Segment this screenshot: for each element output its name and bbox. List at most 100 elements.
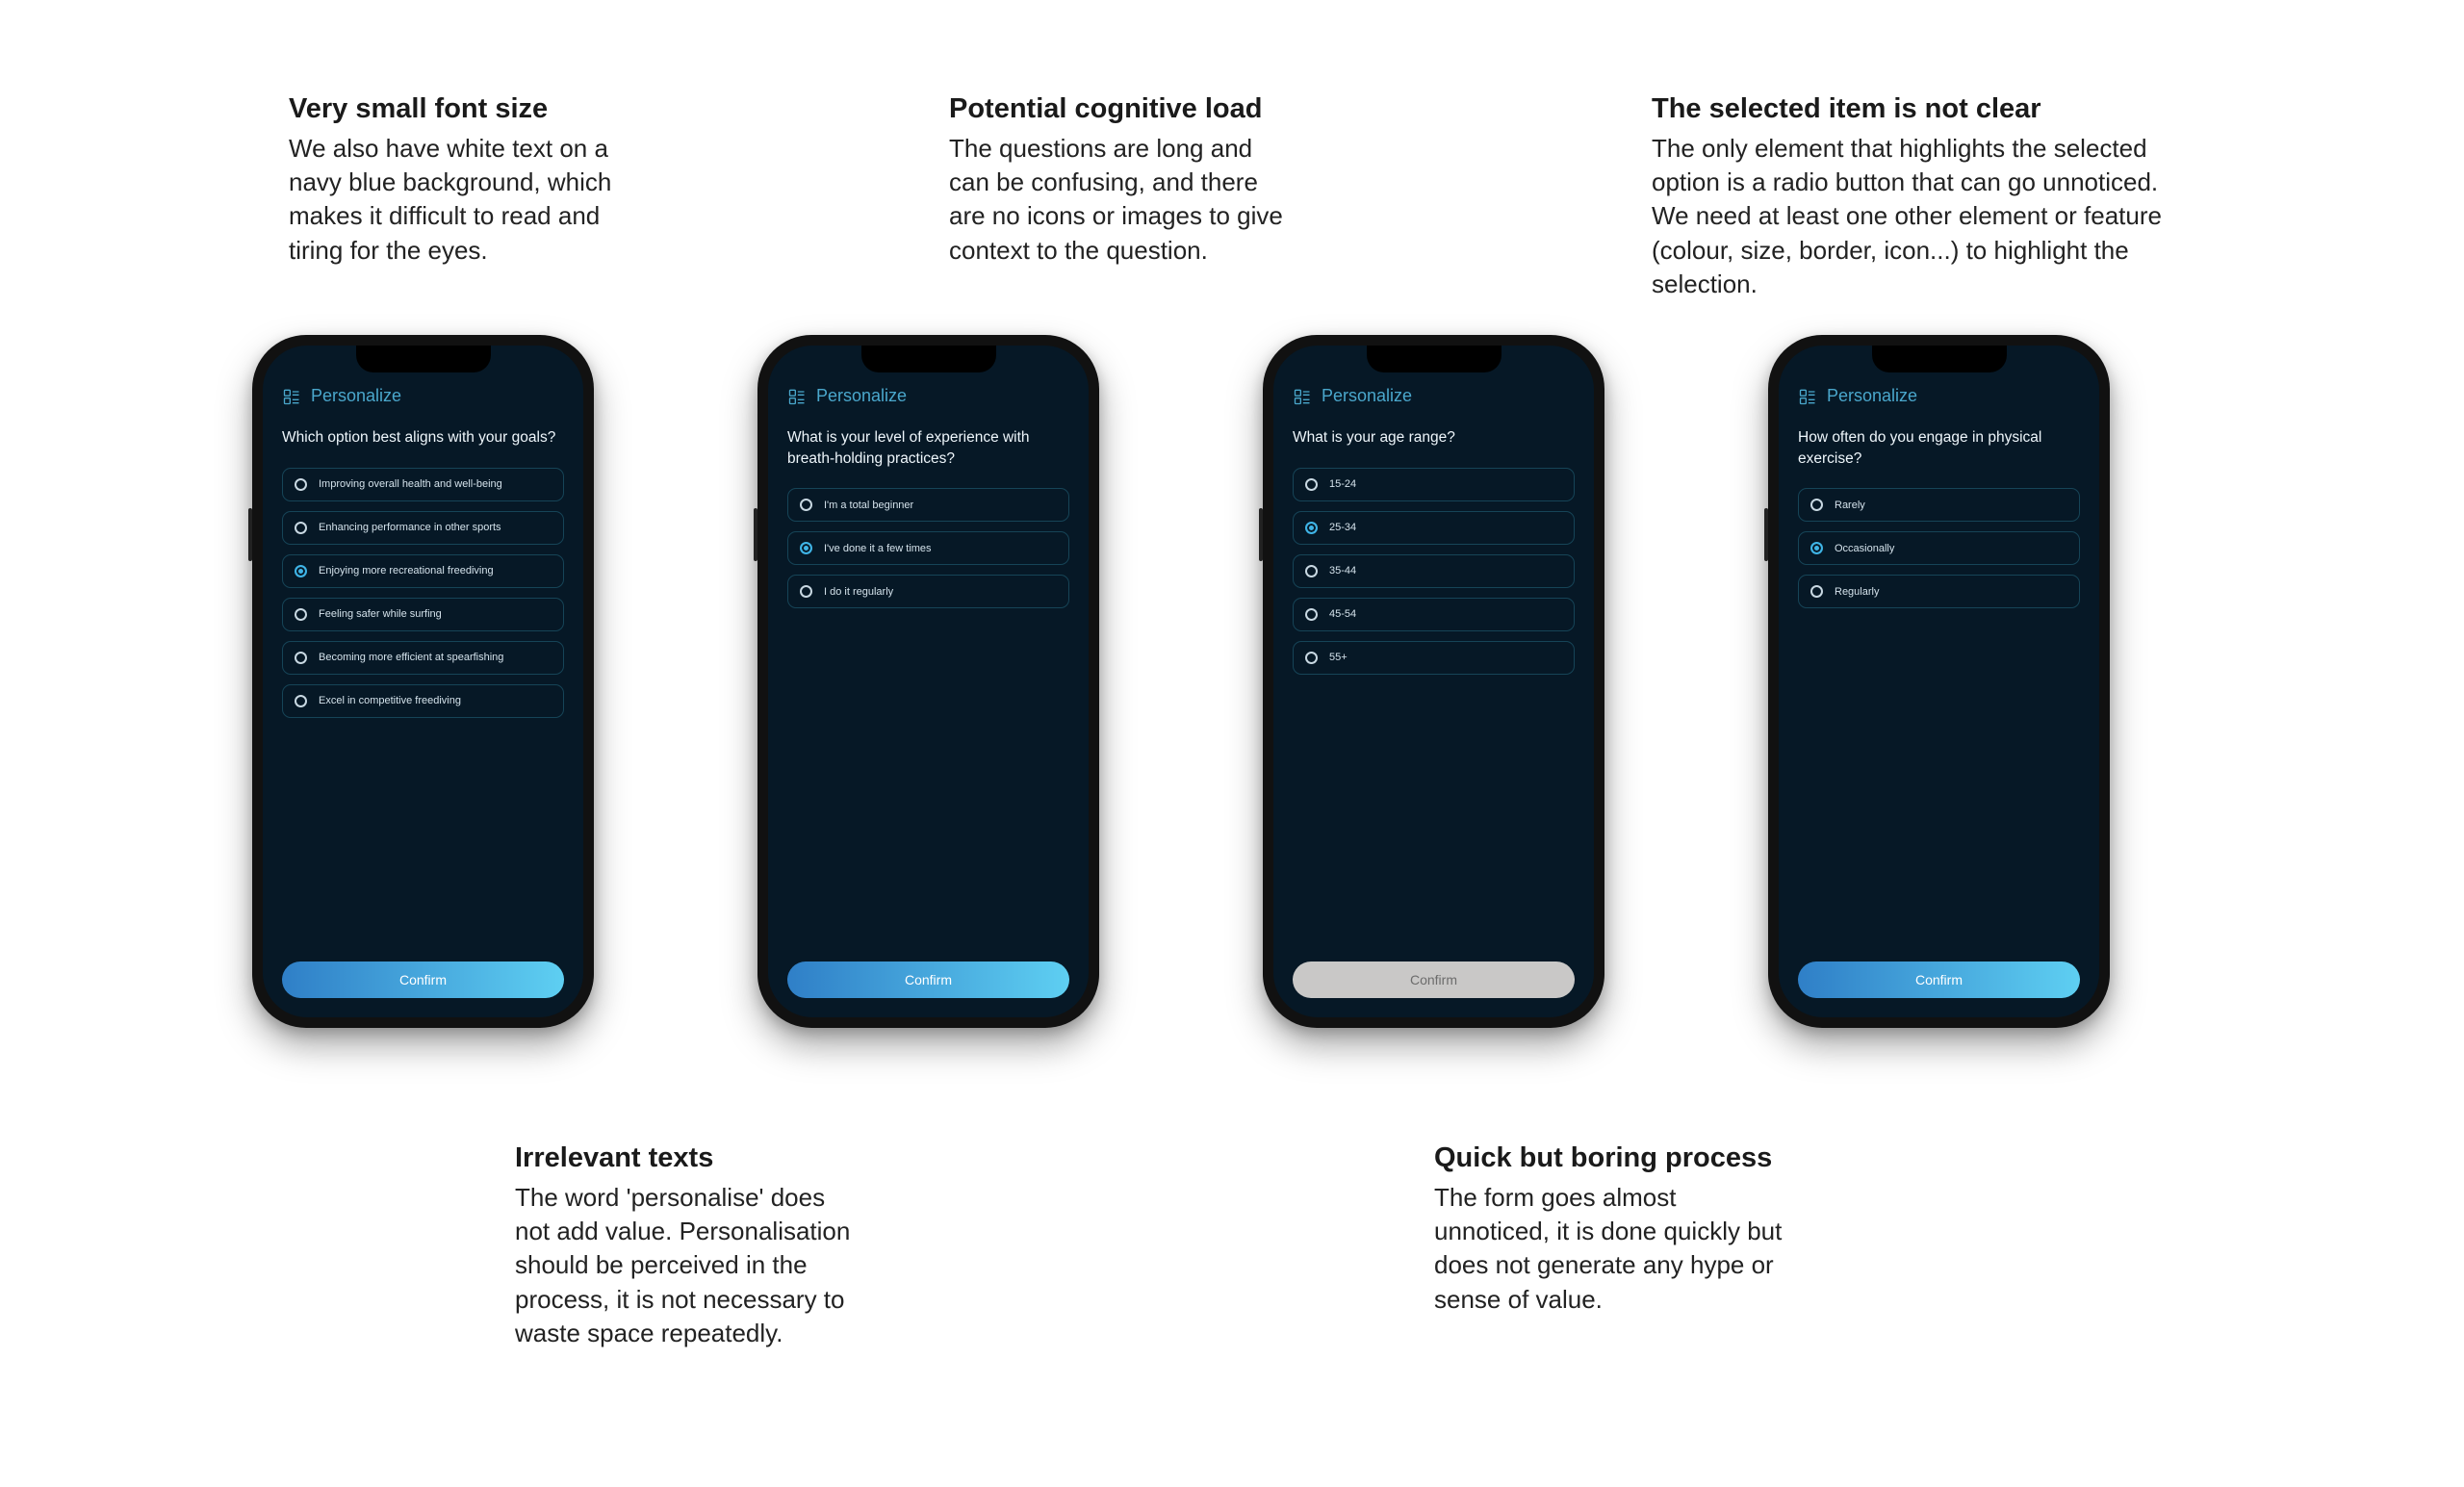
option-label: Feeling safer while surfing [319,608,442,620]
option-label: I'm a total beginner [824,500,913,511]
radio-unselected-icon [1305,565,1318,577]
radio-unselected-icon [1305,608,1318,621]
phone-mockup: Personalize What is your level of experi… [757,335,1099,1028]
option-label: Enjoying more recreational freediving [319,565,494,577]
screen-header: Personalize [1293,386,1575,406]
option-label: Excel in competitive freediving [319,695,461,706]
annotation-title: Very small font size [289,91,635,126]
phone-notch [1872,346,2007,372]
option-row[interactable]: Enhancing performance in other sports [282,511,564,545]
option-label: I've done it a few times [824,543,932,554]
annotation-title: Irrelevant texts [515,1141,861,1175]
option-label: Regularly [1835,586,1879,598]
radio-unselected-icon [1810,585,1823,598]
confirm-button[interactable]: Confirm [1798,961,2080,998]
option-row[interactable]: I'm a total beginner [787,488,1069,522]
option-row[interactable]: I do it regularly [787,575,1069,608]
radio-unselected-icon [800,499,812,511]
option-list: Improving overall health and well-being E… [282,468,564,718]
header-title: Personalize [311,386,401,406]
option-label: 55+ [1329,652,1348,663]
option-row[interactable]: 15-24 [1293,468,1575,501]
annotation-small-font: Very small font size We also have white … [289,91,635,268]
radio-unselected-icon [295,522,307,534]
annotation-selected-unclear: The selected item is not clear The only … [1652,91,2162,301]
phone-mockup: Personalize How often do you engage in p… [1768,335,2110,1028]
option-row[interactable]: Rarely [1798,488,2080,522]
personalize-list-icon [1798,387,1817,406]
option-row[interactable]: 35-44 [1293,554,1575,588]
annotation-body: The form goes almost unnoticed, it is do… [1434,1181,1790,1316]
confirm-button: Confirm [1293,961,1575,998]
option-label: Occasionally [1835,543,1894,554]
phone-mockup: Personalize What is your age range? 15-2… [1263,335,1604,1028]
option-label: 45-54 [1329,608,1356,620]
option-row[interactable]: Enjoying more recreational freediving [282,554,564,588]
question-text: What is your level of experience with br… [787,427,1069,469]
option-row[interactable]: I've done it a few times [787,531,1069,565]
option-label: 35-44 [1329,565,1356,577]
radio-unselected-icon [295,608,307,621]
confirm-label: Confirm [905,972,952,987]
option-list: 15-24 25-34 35-44 45-54 55+ [1293,468,1575,675]
option-label: 25-34 [1329,522,1356,533]
annotation-body: The questions are long and can be confus… [949,132,1296,267]
phone-notch [356,346,491,372]
option-row[interactable]: Occasionally [1798,531,2080,565]
phone-screen: Personalize Which option best aligns wit… [263,346,583,1017]
radio-selected-icon [295,565,307,577]
option-row[interactable]: Feeling safer while surfing [282,598,564,631]
phone-screen: Personalize What is your age range? 15-2… [1273,346,1594,1017]
annotation-body: The only element that highlights the sel… [1652,132,2162,300]
confirm-button[interactable]: Confirm [282,961,564,998]
question-text: How often do you engage in physical exer… [1798,427,2080,469]
option-list: Rarely Occasionally Regularly [1798,488,2080,608]
annotation-irrelevant-texts: Irrelevant texts The word 'personalise' … [515,1141,861,1350]
option-list: I'm a total beginner I've done it a few t… [787,488,1069,608]
option-row[interactable]: 25-34 [1293,511,1575,545]
option-row[interactable]: Becoming more efficient at spearfishing [282,641,564,675]
radio-selected-icon [1305,522,1318,534]
phone-screen: Personalize How often do you engage in p… [1779,346,2099,1017]
option-row[interactable]: Excel in competitive freediving [282,684,564,718]
option-label: I do it regularly [824,586,893,598]
question-text: Which option best aligns with your goals… [282,427,564,449]
phone-mockup: Personalize Which option best aligns wit… [252,335,594,1028]
radio-unselected-icon [800,585,812,598]
phone-screen: Personalize What is your level of experi… [768,346,1089,1017]
radio-unselected-icon [295,478,307,491]
personalize-list-icon [1293,387,1312,406]
radio-selected-icon [1810,542,1823,554]
annotation-title: The selected item is not clear [1652,91,2162,126]
confirm-label: Confirm [1410,972,1457,987]
confirm-label: Confirm [399,972,447,987]
option-label: 15-24 [1329,478,1356,490]
annotation-body: We also have white text on a navy blue b… [289,132,635,267]
confirm-label: Confirm [1915,972,1963,987]
personalize-list-icon [787,387,807,406]
annotation-boring-process: Quick but boring process The form goes a… [1434,1141,1790,1317]
option-row[interactable]: 45-54 [1293,598,1575,631]
question-text: What is your age range? [1293,427,1575,449]
annotation-cognitive-load: Potential cognitive load The questions a… [949,91,1296,268]
screen-header: Personalize [1798,386,2080,406]
annotation-title: Potential cognitive load [949,91,1296,126]
option-label: Enhancing performance in other sports [319,522,501,533]
header-title: Personalize [1827,386,1917,406]
option-row[interactable]: 55+ [1293,641,1575,675]
option-row[interactable]: Improving overall health and well-being [282,468,564,501]
header-title: Personalize [1322,386,1412,406]
screen-header: Personalize [282,386,564,406]
radio-unselected-icon [295,695,307,707]
option-label: Rarely [1835,500,1865,511]
header-title: Personalize [816,386,907,406]
radio-unselected-icon [1305,478,1318,491]
option-row[interactable]: Regularly [1798,575,2080,608]
radio-unselected-icon [1810,499,1823,511]
option-label: Improving overall health and well-being [319,478,502,490]
annotation-title: Quick but boring process [1434,1141,1790,1175]
phone-notch [861,346,996,372]
radio-unselected-icon [1305,652,1318,664]
personalize-list-icon [282,387,301,406]
confirm-button[interactable]: Confirm [787,961,1069,998]
